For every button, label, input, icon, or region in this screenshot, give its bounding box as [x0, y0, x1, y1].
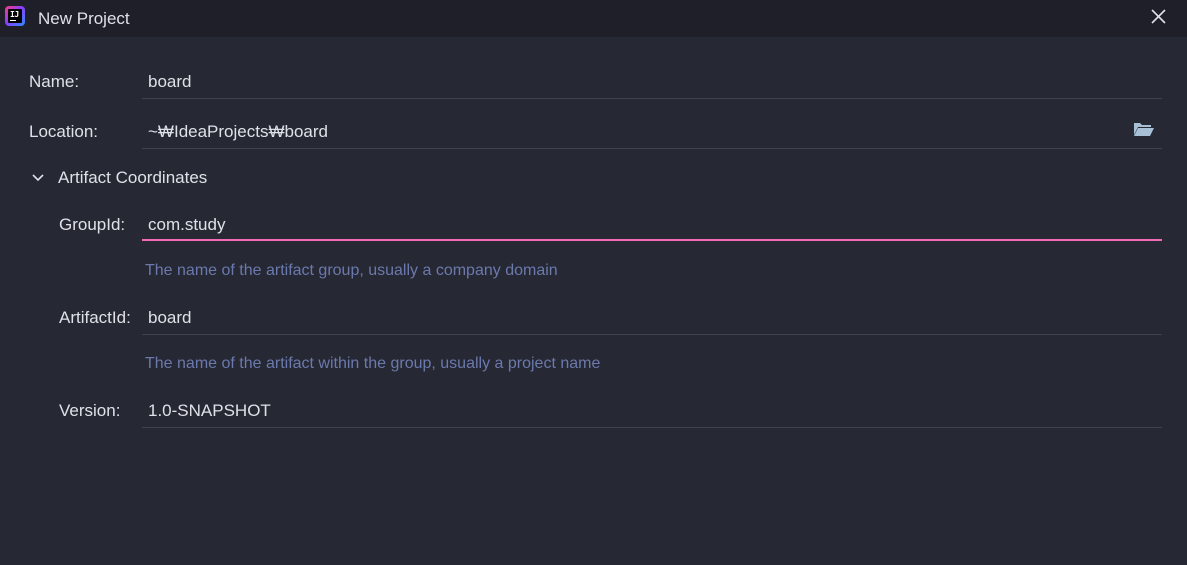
artifactid-label: ArtifactId: — [59, 308, 131, 327]
title-bar: IJ New Project — [0, 0, 1187, 37]
groupid-input-value: com.study — [148, 215, 226, 234]
version-input-underline — [142, 427, 1162, 428]
artifactid-hint: The name of the artifact within the grou… — [145, 355, 601, 372]
browse-folder-button[interactable] — [1132, 119, 1156, 139]
name-label: Name: — [29, 72, 80, 91]
location-input[interactable]: ~₩IdeaProjects₩board — [142, 116, 1122, 146]
location-input-underline — [142, 148, 1162, 149]
version-input-value: 1.0-SNAPSHOT — [148, 401, 271, 420]
name-input[interactable]: board — [142, 66, 1162, 96]
groupid-focus-underline — [142, 239, 1162, 241]
close-button[interactable] — [1147, 5, 1171, 29]
artifactid-input-underline — [142, 334, 1162, 335]
section-title: Artifact Coordinates — [58, 168, 208, 187]
chevron-down-icon — [32, 174, 44, 182]
groupid-input[interactable]: com.study — [142, 209, 1162, 239]
version-input[interactable]: 1.0-SNAPSHOT — [142, 395, 1162, 425]
artifact-coordinates-toggle[interactable]: Artifact Coordinates — [30, 167, 230, 189]
window-title: New Project — [38, 9, 130, 28]
version-label: Version: — [59, 401, 121, 420]
name-input-value: board — [148, 72, 192, 91]
artifactid-input-value: board — [148, 308, 192, 327]
name-input-underline — [142, 98, 1162, 99]
groupid-label: GroupId: — [59, 215, 126, 234]
folder-icon — [1134, 123, 1154, 136]
artifactid-input[interactable]: board — [142, 302, 1162, 332]
intellij-logo-icon: IJ — [5, 6, 25, 26]
location-input-value: ~₩IdeaProjects₩board — [148, 122, 328, 141]
groupid-hint: The name of the artifact group, usually … — [145, 262, 558, 279]
close-icon — [1151, 9, 1166, 24]
location-label: Location: — [29, 122, 98, 141]
